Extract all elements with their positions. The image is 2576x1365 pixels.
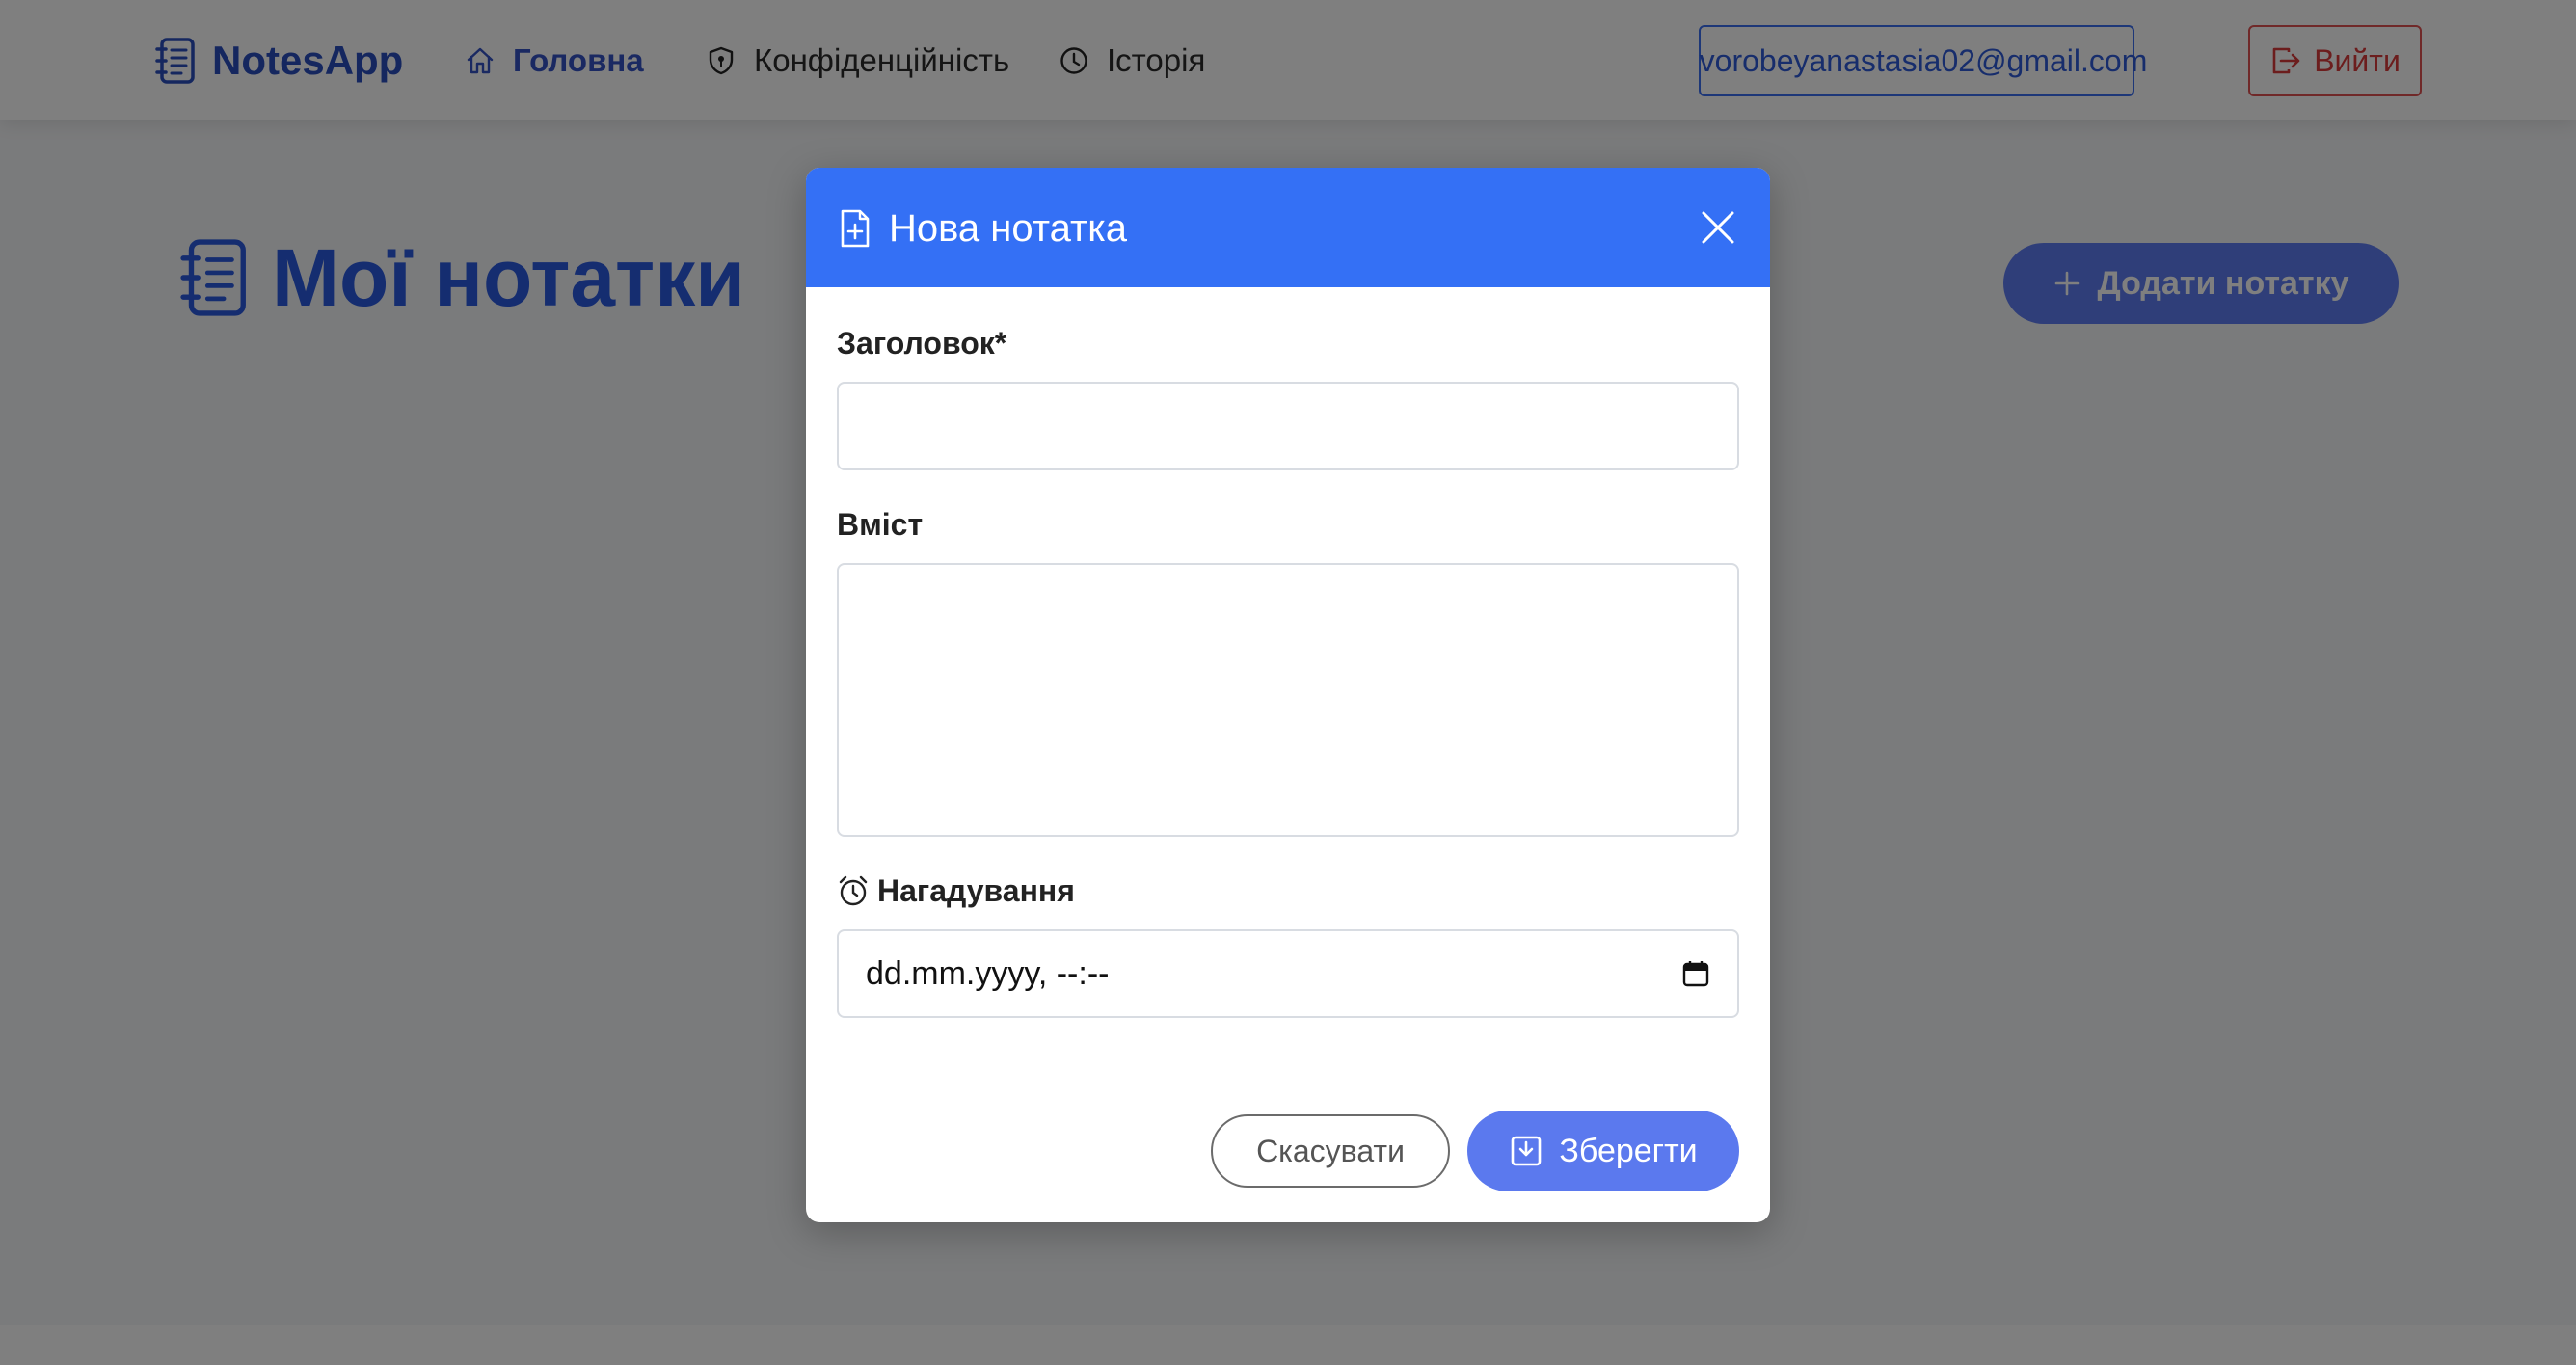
reminder-label: Нагадування (837, 871, 1075, 910)
new-note-modal: Нова нотатка Заголовок* Вміст Нагадуванн… (806, 168, 1770, 1222)
title-input[interactable] (837, 382, 1739, 470)
reminder-label-text: Нагадування (877, 872, 1075, 908)
cancel-button[interactable]: Скасувати (1211, 1114, 1450, 1188)
title-label: Заголовок* (837, 325, 1007, 361)
save-download-icon (1512, 1136, 1542, 1166)
modal-header: Нова нотатка (806, 168, 1770, 287)
save-button[interactable]: Зберегти (1467, 1111, 1739, 1191)
reminder-datetime-input[interactable]: dd.mm.yyyy, --:-- (837, 929, 1739, 1018)
reminder-placeholder: dd.mm.yyyy, --:-- (866, 954, 1110, 992)
modal-title: Нова нотатка (839, 204, 1127, 253)
cancel-label: Скасувати (1256, 1133, 1405, 1168)
file-plus-icon (841, 209, 870, 248)
calendar-icon[interactable] (1681, 959, 1710, 988)
content-textarea[interactable] (837, 563, 1739, 837)
content-label: Вміст (837, 506, 924, 542)
close-button[interactable] (1699, 208, 1737, 247)
modal-title-text: Нова нотатка (889, 206, 1127, 250)
close-icon (1702, 211, 1734, 244)
alarm-clock-icon (839, 875, 868, 906)
save-label: Зберегти (1559, 1132, 1698, 1169)
